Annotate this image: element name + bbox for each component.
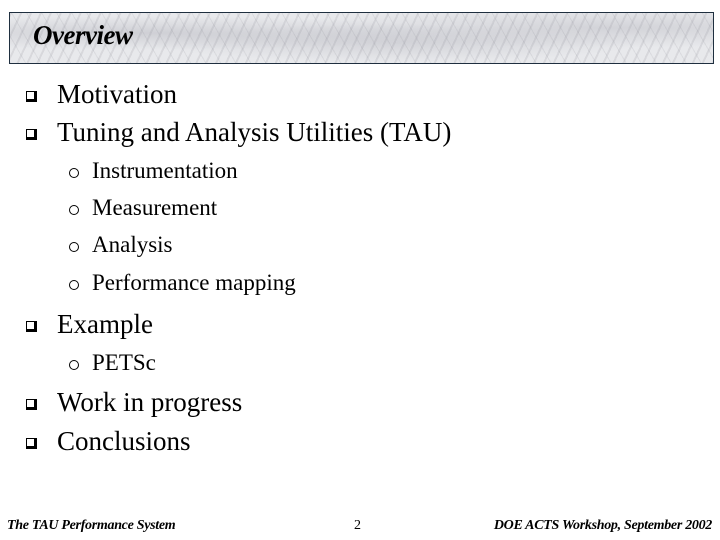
footer-page-number: 2 — [354, 518, 361, 533]
circle-bullet-icon — [69, 205, 79, 215]
footer-presentation-title: The TAU Performance System — [7, 518, 176, 533]
bullet-item: Motivation — [26, 79, 177, 110]
square-bullet-icon — [26, 321, 37, 332]
bullet-text: Example — [57, 309, 153, 339]
sub-bullet-item: PETSc — [69, 350, 156, 376]
title-banner: Overview — [9, 12, 714, 64]
sub-bullet-text: Performance mapping — [92, 270, 296, 295]
circle-bullet-icon — [69, 168, 79, 178]
circle-bullet-icon — [69, 280, 79, 290]
sub-bullet-text: PETSc — [92, 350, 156, 375]
bullet-item: Work in progress — [26, 387, 242, 418]
sub-bullet-item: Analysis — [69, 232, 173, 258]
sub-bullet-text: Instrumentation — [92, 158, 238, 183]
circle-bullet-icon — [69, 360, 79, 370]
circle-bullet-icon — [69, 242, 79, 252]
square-bullet-icon — [26, 399, 37, 410]
square-bullet-icon — [26, 91, 37, 102]
sub-bullet-text: Measurement — [92, 195, 218, 220]
bullet-text: Conclusions — [57, 426, 191, 456]
bullet-item: Example — [26, 309, 153, 340]
square-bullet-icon — [26, 129, 37, 140]
footer-event-name: DOE ACTS Workshop, September 2002 — [493, 518, 712, 533]
sub-bullet-text: Analysis — [92, 232, 173, 257]
sub-bullet-item: Measurement — [69, 195, 217, 221]
slide-title: Overview — [33, 20, 133, 50]
bullet-item: Conclusions — [26, 426, 191, 457]
sub-bullet-item: Instrumentation — [69, 158, 238, 184]
bullet-text: Motivation — [57, 79, 177, 109]
bullet-text: Tuning and Analysis Utilities (TAU) — [57, 117, 452, 147]
bullet-item: Tuning and Analysis Utilities (TAU) — [26, 117, 451, 148]
bullet-text: Work in progress — [57, 387, 243, 417]
sub-bullet-item: Performance mapping — [69, 270, 296, 296]
square-bullet-icon — [26, 438, 37, 449]
